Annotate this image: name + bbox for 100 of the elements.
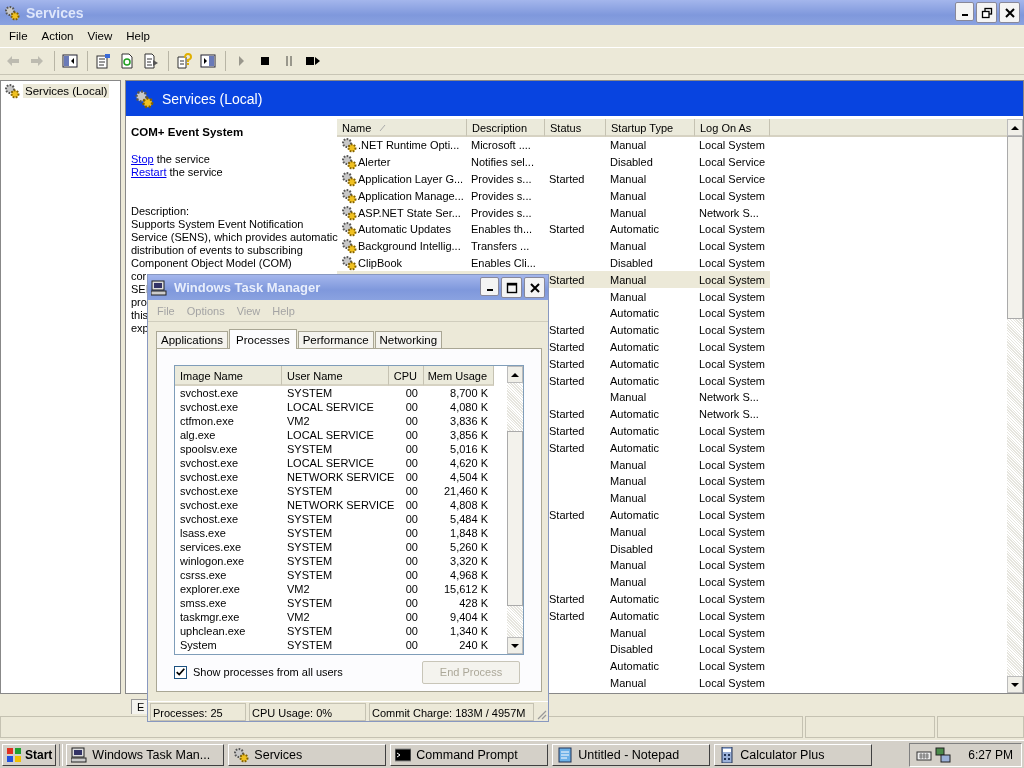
table-cell: 3,320 K bbox=[450, 555, 488, 567]
table-cell: Local Service bbox=[699, 156, 766, 169]
restore-button[interactable] bbox=[976, 2, 997, 23]
table-cell: csrss.exe bbox=[180, 569, 227, 581]
table-row[interactable]: Automatic Updates Enables th... Started Automatic Local System bbox=[337, 221, 770, 238]
table-row[interactable]: .NET Runtime Opti... Microsoft .... Manual Local System bbox=[337, 137, 770, 154]
table-cell: Network S... bbox=[699, 206, 759, 219]
column-header[interactable]: Description bbox=[467, 119, 545, 137]
table-cell: Manual bbox=[610, 139, 647, 152]
table-cell: Local System bbox=[699, 307, 766, 320]
computer-icon bbox=[151, 279, 167, 296]
start-button[interactable]: Start bbox=[2, 743, 57, 766]
menu-item[interactable]: View bbox=[80, 30, 120, 42]
table-cell: Local System bbox=[699, 374, 766, 387]
table-row[interactable]: Application Layer G... Provides s... Started Manual Local Service bbox=[337, 170, 770, 188]
table-cell: Manual bbox=[610, 576, 647, 589]
taskbar-button[interactable]: Windows Task Man... bbox=[66, 743, 225, 766]
gears-icon bbox=[341, 254, 357, 271]
scroll-up-button[interactable] bbox=[507, 366, 523, 383]
table-row[interactable]: Alerter Notifies sel... Disabled Local Service bbox=[337, 153, 770, 171]
taskbar-button[interactable]: Command Prompt bbox=[390, 743, 549, 766]
table-cell: Local System bbox=[699, 592, 766, 605]
table-cell: Local System bbox=[699, 424, 766, 437]
scrollbar[interactable] bbox=[1007, 119, 1023, 693]
arrow-down-icon bbox=[1011, 680, 1019, 689]
maximize-button[interactable] bbox=[501, 277, 522, 298]
table-row[interactable]: Background Intellig... Transfers ... Manual Local System bbox=[337, 237, 770, 255]
table-cell: Automatic bbox=[610, 408, 659, 421]
table-row[interactable]: ASP.NET State Ser... Provides s... Manual Network S... bbox=[337, 204, 770, 221]
close-button[interactable] bbox=[999, 2, 1020, 23]
gears-icon bbox=[134, 88, 154, 109]
column-header[interactable]: User Name bbox=[282, 366, 389, 386]
table-cell: Provides s... bbox=[471, 189, 532, 202]
scroll-up-button[interactable] bbox=[1007, 119, 1023, 136]
column-header[interactable]: Startup Type bbox=[606, 119, 695, 137]
export-list-icon[interactable] bbox=[143, 53, 159, 69]
gears-icon bbox=[341, 171, 357, 187]
checkbox-label[interactable]: Show processes from all users bbox=[193, 666, 422, 678]
tab[interactable]: Processes bbox=[229, 329, 297, 349]
table-row[interactable]: ClipBook Enables Cli... Disabled Local System bbox=[337, 254, 770, 272]
close-button[interactable] bbox=[524, 277, 545, 298]
table-cell: Manual bbox=[610, 458, 647, 471]
table-cell: Microsoft .... bbox=[471, 139, 531, 152]
scroll-down-button[interactable] bbox=[1007, 676, 1023, 693]
table-cell: 00 bbox=[405, 625, 418, 637]
minimize-button[interactable] bbox=[955, 2, 974, 21]
description-line: cor bbox=[131, 270, 147, 282]
taskbar-button[interactable]: Services bbox=[228, 743, 387, 766]
scroll-down-button[interactable] bbox=[507, 637, 523, 654]
refresh-icon[interactable] bbox=[119, 53, 135, 69]
table-cell: Manual bbox=[610, 173, 647, 185]
column-header[interactable]: CPU bbox=[389, 366, 424, 386]
console-icon bbox=[395, 746, 412, 763]
menu-item[interactable]: File bbox=[2, 30, 35, 42]
tree-pane-icon[interactable] bbox=[62, 53, 78, 69]
window-title: Services bbox=[26, 4, 85, 21]
table-cell: Local System bbox=[699, 475, 766, 488]
table-row[interactable]: Application Manage... Provides s... Manual Local System bbox=[337, 187, 770, 205]
service-link[interactable]: Stop bbox=[131, 153, 154, 165]
properties-icon[interactable] bbox=[95, 53, 111, 69]
scroll-thumb[interactable] bbox=[1007, 136, 1023, 319]
table-cell: Local System bbox=[699, 139, 766, 152]
menu-item[interactable]: Help bbox=[119, 30, 157, 42]
help-icon[interactable] bbox=[176, 53, 192, 69]
gears-icon bbox=[233, 746, 250, 763]
table-cell: LOCAL SERVICE bbox=[287, 429, 374, 441]
table-cell: uphclean.exe bbox=[180, 625, 246, 637]
column-header[interactable]: Log On As bbox=[695, 119, 770, 137]
table-cell: Started bbox=[549, 592, 585, 605]
table-cell: SYSTEM bbox=[287, 639, 333, 651]
network-icon[interactable] bbox=[935, 746, 952, 763]
table-cell: alg.exe bbox=[180, 429, 216, 441]
tab[interactable]: Performance bbox=[297, 331, 374, 348]
taskbar-button[interactable]: Calculator Plus bbox=[714, 743, 873, 766]
menu-item[interactable]: Action bbox=[34, 30, 81, 42]
table-cell: 428 K bbox=[459, 597, 488, 609]
tab[interactable]: Applications bbox=[156, 331, 228, 348]
resize-grip-icon[interactable] bbox=[535, 708, 547, 720]
tree-item[interactable]: Services (Local) bbox=[23, 84, 110, 98]
table-cell: Manual bbox=[610, 559, 647, 572]
scroll-thumb[interactable] bbox=[507, 431, 523, 606]
table-cell: SYSTEM bbox=[287, 625, 333, 637]
minimize-button[interactable] bbox=[480, 277, 499, 296]
taskbar-button[interactable]: Untitled - Notepad bbox=[552, 743, 711, 766]
action-pane-icon[interactable] bbox=[200, 53, 216, 69]
column-header[interactable]: Image Name bbox=[175, 366, 282, 386]
checkbox[interactable] bbox=[174, 665, 187, 679]
column-header[interactable]: Mem Usage bbox=[424, 366, 494, 386]
check-icon bbox=[175, 666, 186, 678]
service-link[interactable]: Restart bbox=[131, 166, 167, 178]
tab[interactable]: Networking bbox=[374, 331, 443, 348]
pane-title: Services (Local) bbox=[162, 90, 263, 107]
table-cell: Started bbox=[549, 223, 585, 236]
table-cell: 00 bbox=[405, 485, 418, 497]
table-cell: 00 bbox=[405, 457, 418, 469]
column-header[interactable]: Name bbox=[337, 119, 467, 137]
table-cell: Automatic bbox=[610, 357, 659, 370]
table-cell: 240 K bbox=[459, 639, 488, 651]
column-header[interactable]: Status bbox=[545, 119, 606, 137]
table-cell: Automatic Updates bbox=[358, 223, 451, 236]
